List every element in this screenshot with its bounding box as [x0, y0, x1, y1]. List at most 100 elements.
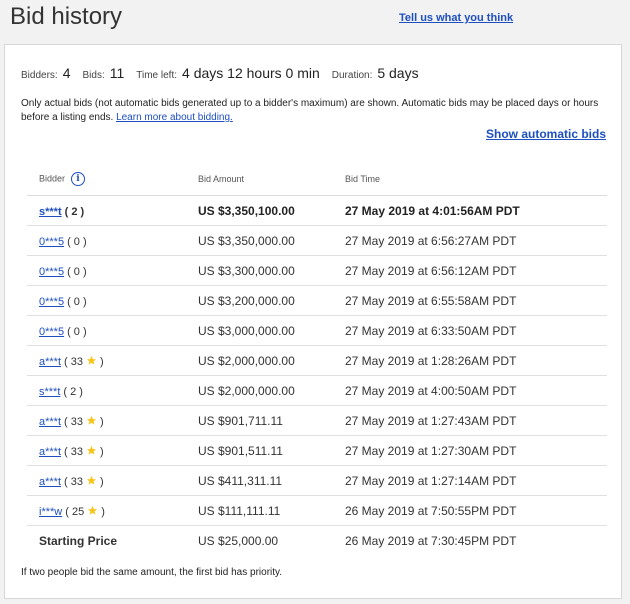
starting-price-time: 26 May 2019 at 7:30:45PM PDT	[345, 533, 517, 548]
bidders-count: 4	[62, 65, 71, 81]
table-row: a***t( 33) US $901,511.11 27 May 2019 at 1…	[27, 435, 607, 466]
bid-time: 27 May 2019 at 1:27:14AM PDT	[333, 465, 607, 496]
bidder-link[interactable]: s***t	[39, 386, 60, 398]
bidder-column-header: Bidder i	[27, 163, 186, 196]
bidder-feedback-score: ( 2 )	[64, 205, 85, 218]
bid-time: 27 May 2019 at 6:33:50AM PDT	[333, 315, 607, 346]
bidder-cell: 0***5( 0 )	[27, 315, 186, 346]
bid-time: 27 May 2019 at 1:27:30AM PDT	[333, 435, 607, 466]
bid-time: 27 May 2019 at 6:56:27AM PDT	[333, 225, 607, 256]
bid-rows: s***t( 2 ) US $3,350,100.00 27 May 2019 at…	[27, 195, 607, 556]
bidder-header-label: Bidder	[39, 173, 66, 184]
bidder-cell: 0***5( 0 )	[27, 255, 186, 286]
feedback-link[interactable]: Tell us what you think	[399, 12, 513, 24]
bidder-cell: 0***5( 0 )	[27, 225, 186, 256]
bid-amount: US $3,300,000.00	[186, 255, 333, 286]
bidder-feedback-score: ( 33	[64, 355, 83, 368]
bid-time: 27 May 2019 at 6:55:58AM PDT	[333, 285, 607, 316]
time-column-header: Bid Time	[333, 163, 607, 196]
bidder-feedback-score: ( 33	[64, 445, 83, 458]
feedback-close-paren: )	[100, 445, 104, 458]
bidder-link[interactable]: i***w	[39, 506, 62, 518]
bidder-feedback-score: ( 0 )	[67, 325, 87, 338]
bid-history-panel: Bidders: 4 Bids: 11 Time left: 4 days 12…	[4, 44, 622, 599]
star-icon	[86, 415, 97, 426]
bid-table: Bidder i Bid Amount Bid Time s***t( 2 ) US…	[27, 163, 607, 555]
bidder-link[interactable]: a***t	[39, 446, 61, 458]
star-icon	[86, 445, 97, 456]
priority-note: If two people bid the same amount, the f…	[21, 567, 283, 578]
bidder-cell: i***w( 25)	[27, 495, 186, 526]
table-row: s***t( 2 ) US $2,000,000.00 27 May 2019 at…	[27, 375, 607, 406]
bid-amount: US $411,311.11	[186, 465, 333, 496]
bid-amount: US $3,000,000.00	[186, 315, 333, 346]
starting-price-label: Starting Price	[39, 533, 118, 548]
bidder-feedback-score: ( 0 )	[67, 295, 87, 308]
table-row: 0***5( 0 ) US $3,200,000.00 27 May 2019 at…	[27, 285, 607, 316]
bid-amount: US $111,111.11	[186, 495, 333, 526]
bidder-cell: a***t( 33)	[27, 465, 186, 496]
bidder-link[interactable]: a***t	[39, 476, 61, 488]
bid-amount: US $3,350,000.00	[186, 225, 333, 256]
feedback-close-paren: )	[100, 415, 104, 428]
bidder-link[interactable]: s***t	[39, 206, 62, 218]
bidder-cell: a***t( 33)	[27, 435, 186, 466]
amount-column-header: Bid Amount	[186, 163, 333, 196]
table-header-row: Bidder i Bid Amount Bid Time	[27, 163, 607, 196]
bidders-label: Bidders:	[21, 70, 58, 81]
bidder-cell: s***t( 2 )	[27, 375, 186, 406]
table-row: a***t( 33) US $901,711.11 27 May 2019 at 1…	[27, 405, 607, 436]
feedback-close-paren: )	[101, 505, 105, 518]
auction-summary: Bidders: 4 Bids: 11 Time left: 4 days 12…	[21, 65, 431, 81]
table-row: s***t( 2 ) US $3,350,100.00 27 May 2019 at…	[27, 195, 607, 226]
bidder-cell: a***t( 33)	[27, 405, 186, 436]
time-left-label: Time left:	[136, 70, 178, 81]
feedback-close-paren: )	[100, 475, 104, 488]
starting-price-amount: US $25,000.00	[198, 533, 279, 548]
bid-amount: US $3,350,100.00	[186, 195, 333, 226]
bidder-cell: 0***5( 0 )	[27, 285, 186, 316]
table-row: i***w( 25) US $111,111.11 26 May 2019 at 7…	[27, 495, 607, 526]
bidder-link[interactable]: a***t	[39, 356, 61, 368]
notice-text: Only actual bids (not automatic bids gen…	[21, 98, 599, 123]
feedback-close-paren: )	[100, 355, 104, 368]
bid-amount: US $3,200,000.00	[186, 285, 333, 316]
bidder-link[interactable]: 0***5	[39, 236, 64, 248]
bidder-cell: s***t( 2 )	[27, 195, 186, 226]
bids-label: Bids:	[82, 70, 105, 81]
bid-time: 26 May 2019 at 7:50:55PM PDT	[333, 495, 607, 526]
duration-label: Duration:	[331, 70, 373, 81]
star-icon	[86, 475, 97, 486]
bid-amount: US $2,000,000.00	[186, 345, 333, 376]
star-icon	[86, 355, 97, 366]
page-title: Bid history	[10, 3, 123, 30]
learn-more-link[interactable]: Learn more about bidding.	[116, 112, 233, 123]
bid-time: 27 May 2019 at 1:27:43AM PDT	[333, 405, 607, 436]
bidder-link[interactable]: 0***5	[39, 266, 64, 278]
bidder-link[interactable]: a***t	[39, 416, 61, 428]
duration-value: 5 days	[377, 65, 419, 81]
bidder-feedback-score: ( 2 )	[63, 385, 83, 398]
bid-amount: US $901,711.11	[186, 405, 333, 436]
bid-time: 27 May 2019 at 4:01:56AM PDT	[333, 195, 607, 226]
bids-count: 11	[109, 65, 125, 81]
bidder-link[interactable]: 0***5	[39, 296, 64, 308]
starting-price-row: Starting Price US $25,000.00 26 May 2019 a…	[27, 526, 607, 556]
bidder-feedback-score: ( 25	[65, 505, 85, 518]
table-row: 0***5( 0 ) US $3,350,000.00 27 May 2019 at…	[27, 225, 607, 256]
bidder-feedback-score: ( 0 )	[67, 235, 87, 248]
table-row: 0***5( 0 ) US $3,300,000.00 27 May 2019 at…	[27, 255, 607, 286]
show-automatic-bids-link[interactable]: Show automatic bids	[486, 127, 606, 141]
info-icon[interactable]: i	[71, 172, 86, 186]
bid-amount: US $901,511.11	[186, 435, 333, 466]
bidder-link[interactable]: 0***5	[39, 326, 64, 338]
time-left-value: 4 days 12 hours 0 min	[182, 65, 320, 81]
bid-time: 27 May 2019 at 4:00:50AM PDT	[333, 375, 607, 406]
bidder-feedback-score: ( 33	[64, 475, 83, 488]
table-row: 0***5( 0 ) US $3,000,000.00 27 May 2019 at…	[27, 315, 607, 346]
bid-amount: US $2,000,000.00	[186, 375, 333, 406]
table-row: a***t( 33) US $2,000,000.00 27 May 2019 at…	[27, 345, 607, 376]
bidder-feedback-score: ( 33	[64, 415, 83, 428]
bidder-cell: a***t( 33)	[27, 345, 186, 376]
automatic-bids-notice: Only actual bids (not automatic bids gen…	[21, 97, 611, 125]
